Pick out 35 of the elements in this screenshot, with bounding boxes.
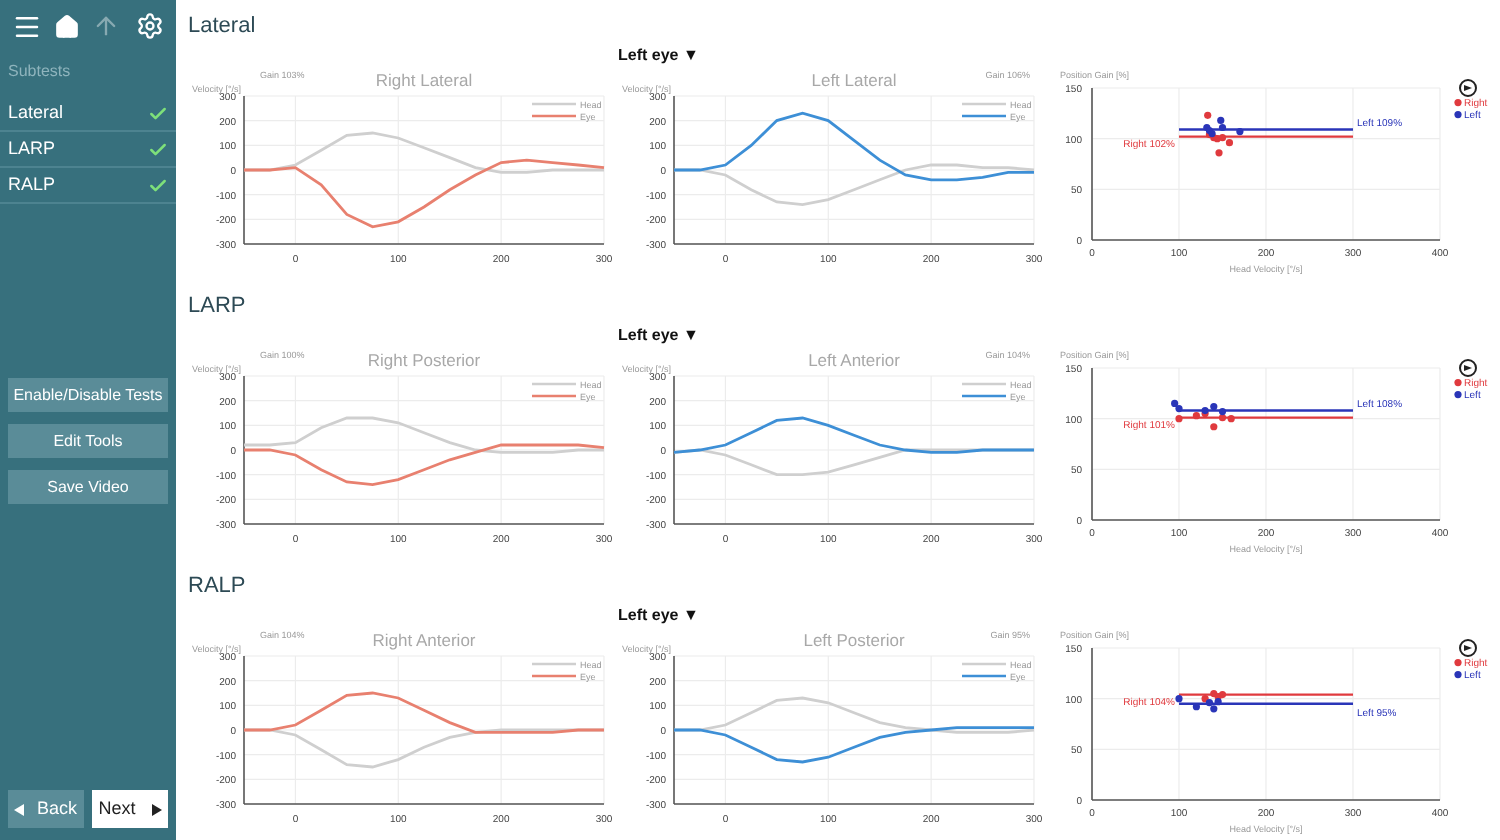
chart-title: Left Posterior [803, 630, 905, 650]
subtest-item[interactable]: RALP [0, 168, 176, 204]
left-triangle-icon [14, 803, 25, 815]
eye-dropdown[interactable]: Left eye ▼ [618, 328, 699, 344]
home-icon[interactable] [54, 13, 80, 39]
chart-title: Right Posterior [367, 350, 481, 370]
legend-marker [1454, 671, 1462, 679]
section-title: LARP [188, 292, 248, 320]
legend-marker [1454, 391, 1462, 399]
chart-title: Right Anterior [372, 630, 476, 650]
legend-marker [1454, 111, 1462, 119]
chart-title: Left Lateral [811, 70, 897, 90]
right-triangle-icon [151, 803, 162, 815]
sidebar-button[interactable]: Save Video [8, 470, 168, 504]
data-point [1175, 695, 1183, 703]
chart-title: Left Anterior [808, 350, 900, 370]
settings-icon[interactable] [136, 12, 164, 40]
eye-dropdown[interactable]: Left eye ▼ [618, 608, 699, 624]
menu-icon[interactable] [12, 11, 42, 41]
section-title: RALP [188, 572, 248, 600]
subtest-item[interactable]: Lateral [0, 96, 176, 132]
eye-dropdown[interactable]: Left eye ▼ [618, 48, 699, 64]
sidebar-button[interactable]: Edit Tools [8, 424, 168, 458]
data-point [1236, 127, 1244, 136]
legend-marker [1454, 379, 1462, 387]
section-label: Subtests [6, 60, 73, 84]
section-title: Lateral [188, 12, 258, 40]
next-button[interactable]: Next [92, 790, 168, 828]
data-point [1204, 111, 1212, 119]
sidebar-button[interactable]: Enable/Disable Tests [8, 378, 168, 412]
subtest-item[interactable]: LARP [0, 132, 176, 168]
back-button[interactable]: Back [8, 790, 84, 828]
legend-marker [1454, 659, 1462, 667]
legend-marker [1454, 99, 1462, 107]
chart-title: Right Lateral [375, 70, 473, 90]
